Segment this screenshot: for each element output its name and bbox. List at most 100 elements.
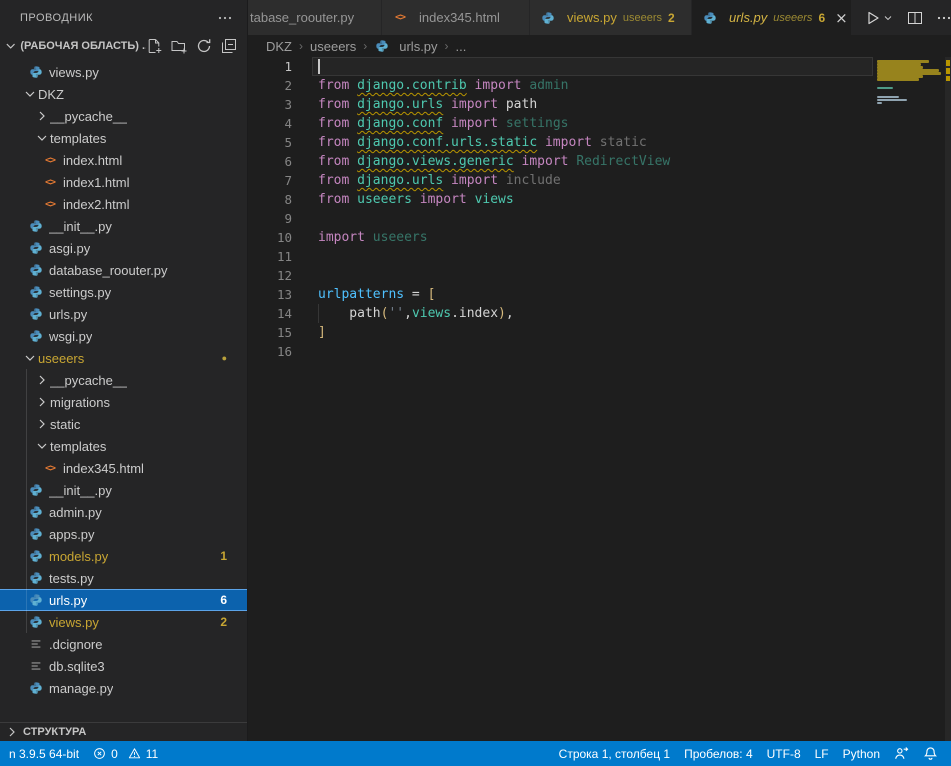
line-number: 11 xyxy=(248,247,296,266)
python-icon xyxy=(29,307,43,321)
code-line-16[interactable]: 16 xyxy=(248,342,951,361)
code-line-6[interactable]: 6from django.views.generic import Redire… xyxy=(248,152,951,171)
tree-item-index.html[interactable]: <>index.html xyxy=(0,149,247,171)
problems-badge: 2 xyxy=(220,615,247,629)
tree-item-wsgi.py[interactable]: wsgi.py xyxy=(0,325,247,347)
indent-guide xyxy=(26,391,27,413)
file-label: index2.html xyxy=(63,197,129,212)
tree-item-static[interactable]: static xyxy=(0,413,247,435)
tree-item-db.sqlite3[interactable]: db.sqlite3 xyxy=(0,655,247,677)
python-icon xyxy=(28,592,44,608)
code-line-10[interactable]: 10import useeers xyxy=(248,228,951,247)
tree-item-models.py[interactable]: models.py1 xyxy=(0,545,247,567)
code-line-14[interactable]: 14 path('',views.index), xyxy=(248,304,951,323)
tree-item-urls.py[interactable]: urls.py xyxy=(0,303,247,325)
close-icon[interactable]: × xyxy=(835,9,848,27)
code-line-2[interactable]: 2from django.contrib import admin xyxy=(248,76,951,95)
tab-index345.html[interactable]: <>index345.html xyxy=(382,0,530,35)
refresh-button[interactable] xyxy=(196,38,212,54)
new-folder-button[interactable] xyxy=(171,38,187,54)
indent-guide xyxy=(26,413,27,435)
file-label: asgi.py xyxy=(49,241,90,256)
tree-item-views.py[interactable]: views.py2 xyxy=(0,611,247,633)
problems-badge: 6 xyxy=(220,593,247,607)
statusbar-indentation[interactable]: Пробелов: 4 xyxy=(677,741,760,766)
bell-icon xyxy=(923,746,938,761)
tab-tabase_roouter.py[interactable]: tabase_roouter.py xyxy=(248,0,382,35)
tree-item-database_roouter.py[interactable]: database_roouter.py xyxy=(0,259,247,281)
statusbar-feedback[interactable] xyxy=(887,741,916,766)
code-line-4[interactable]: 4from django.conf import settings xyxy=(248,114,951,133)
more-icon[interactable] xyxy=(217,10,233,26)
tree-item-views.py[interactable]: views.py xyxy=(0,61,247,83)
line-number: 3 xyxy=(248,95,296,114)
tree-item-templates[interactable]: templates xyxy=(0,127,247,149)
code-line-3[interactable]: 3from django.urls import path xyxy=(248,95,951,114)
code-line-15[interactable]: 15] xyxy=(248,323,951,342)
breadcrumb-item[interactable]: DKZ xyxy=(266,39,292,54)
code-editor[interactable]: 12from django.contrib import admin3from … xyxy=(248,57,951,741)
tree-item-index2.html[interactable]: <>index2.html xyxy=(0,193,247,215)
collapse-all-button[interactable] xyxy=(221,38,237,54)
tree-item-.dcignore[interactable]: .dcignore xyxy=(0,633,247,655)
new-file-button[interactable] xyxy=(146,38,162,54)
line-number: 6 xyxy=(248,152,296,171)
statusbar-python-interpreter[interactable]: n 3.9.5 64-bit xyxy=(2,741,86,766)
file-label: .dcignore xyxy=(49,637,102,652)
code-line-9[interactable]: 9 xyxy=(248,209,951,228)
code-line-8[interactable]: 8from useeers import views xyxy=(248,190,951,209)
minimap-line xyxy=(877,96,899,98)
code-line-11[interactable]: 11 xyxy=(248,247,951,266)
breadcrumb-item[interactable]: useeers xyxy=(310,39,356,54)
tree-item-settings.py[interactable]: settings.py xyxy=(0,281,247,303)
workspace-section-header[interactable]: (РАБОЧАЯ ОБЛАСТЬ) ... xyxy=(0,35,247,57)
editor-scrollbar[interactable] xyxy=(945,57,951,741)
tree-item-apps.py[interactable]: apps.py xyxy=(0,523,247,545)
breadcrumb-item[interactable]: ... xyxy=(456,39,467,54)
tree-item-__init__.py[interactable]: __init__.py xyxy=(0,479,247,501)
statusbar-encoding[interactable]: UTF-8 xyxy=(760,741,808,766)
code-line-7[interactable]: 7from django.urls import include xyxy=(248,171,951,190)
statusbar-eol[interactable]: LF xyxy=(808,741,836,766)
tree-item-DKZ[interactable]: DKZ xyxy=(0,83,247,105)
tree-item-migrations[interactable]: migrations xyxy=(0,391,247,413)
line-number: 7 xyxy=(248,171,296,190)
run-button[interactable] xyxy=(865,10,894,26)
tree-item-index1.html[interactable]: <>index1.html xyxy=(0,171,247,193)
outline-section-header[interactable]: СТРУКТУРА xyxy=(0,722,247,741)
tree-item-useeers[interactable]: useeers● xyxy=(0,347,247,369)
tab-label: urls.py xyxy=(729,10,767,25)
tree-item-tests.py[interactable]: tests.py xyxy=(0,567,247,589)
file-label: migrations xyxy=(50,395,110,410)
tree-item-asgi.py[interactable]: asgi.py xyxy=(0,237,247,259)
split-editor-button[interactable] xyxy=(907,10,923,26)
code-line-5[interactable]: 5from django.conf.urls.static import sta… xyxy=(248,133,951,152)
html-icon: <> xyxy=(42,460,58,476)
tree-item-manage.py[interactable]: manage.py xyxy=(0,677,247,699)
tree-item-urls.py[interactable]: urls.py6 xyxy=(0,589,247,611)
file-label: static xyxy=(50,417,80,432)
chevron-down-icon xyxy=(22,86,38,102)
python-icon xyxy=(29,65,43,79)
tree-item-__init__.py[interactable]: __init__.py xyxy=(0,215,247,237)
indent-guide xyxy=(26,479,27,501)
statusbar-problems-indicator[interactable]: 011 xyxy=(86,741,165,766)
tree-item-templates[interactable]: templates xyxy=(0,435,247,457)
tab-urls.py[interactable]: urls.pyuseeers6× xyxy=(692,0,852,35)
more-actions-button[interactable] xyxy=(936,10,951,26)
tab-views.py[interactable]: views.pyuseeers2 xyxy=(530,0,692,35)
tree-item-admin.py[interactable]: admin.py xyxy=(0,501,247,523)
file-label: __init__.py xyxy=(49,219,112,234)
statusbar-notifications[interactable] xyxy=(916,741,945,766)
code-line-1[interactable]: 1 xyxy=(248,57,951,76)
tree-item-__pycache__[interactable]: __pycache__ xyxy=(0,105,247,127)
breadcrumb-label: useeers xyxy=(310,39,356,54)
code-line-13[interactable]: 13urlpatterns = [ xyxy=(248,285,951,304)
statusbar-cursor-position[interactable]: Строка 1, столбец 1 xyxy=(552,741,677,766)
tree-item-__pycache__[interactable]: __pycache__ xyxy=(0,369,247,391)
statusbar-language-mode[interactable]: Python xyxy=(836,741,887,766)
minimap[interactable] xyxy=(875,57,945,197)
tree-item-index345.html[interactable]: <>index345.html xyxy=(0,457,247,479)
breadcrumb-item[interactable]: urls.py xyxy=(374,38,437,54)
code-line-12[interactable]: 12 xyxy=(248,266,951,285)
